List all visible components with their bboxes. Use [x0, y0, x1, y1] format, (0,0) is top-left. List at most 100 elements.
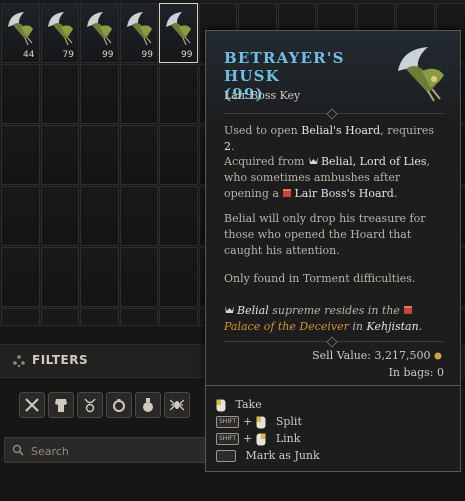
- usage-post: .: [231, 140, 235, 153]
- husk-item-icon: [125, 9, 155, 49]
- usage-mid: , requires: [380, 124, 434, 137]
- search-box[interactable]: [4, 437, 214, 463]
- inventory-slot[interactable]: [80, 186, 119, 246]
- tooltip-actions: Take SHIFT+ Split SHIFT+ Link Mark as Ju…: [205, 386, 461, 472]
- stack-count: 99: [142, 50, 153, 60]
- inventory-slot[interactable]: 99: [80, 3, 119, 63]
- potion-icon: [139, 396, 157, 414]
- shift-key-icon: SHIFT: [216, 416, 239, 428]
- filters-icon: [12, 354, 26, 368]
- usage-pre: Used to open: [224, 124, 301, 137]
- acquired-boss: Belial, Lord of Lies: [321, 155, 427, 168]
- inventory-slot[interactable]: [1, 125, 40, 185]
- inventory-slot[interactable]: [120, 64, 159, 124]
- weapon-filter-button[interactable]: [19, 392, 45, 418]
- link-action[interactable]: SHIFT+ Link: [216, 432, 300, 448]
- difficulty-text: Only found in Torment difficulties.: [224, 271, 446, 287]
- in-bags: In bags: 0: [389, 366, 444, 379]
- inventory-slot[interactable]: [120, 186, 159, 246]
- usage-target: Belial's Hoard: [301, 124, 380, 137]
- inventory-slot[interactable]: [41, 186, 80, 246]
- usage-count: 2: [224, 140, 231, 153]
- spacebar-key-icon: [216, 450, 236, 462]
- stack-count: 99: [181, 50, 192, 60]
- boss-icon: [308, 156, 319, 166]
- potion-filter-button[interactable]: [135, 392, 161, 418]
- acquired-pre: Acquired from: [224, 155, 308, 168]
- location-text: Belial supreme resides in the Palace of …: [224, 303, 446, 335]
- left-mouse-icon: [256, 416, 266, 429]
- inventory-slot[interactable]: [80, 64, 119, 124]
- split-label: Split: [276, 415, 302, 428]
- search-icon: [12, 444, 24, 456]
- link-label: Link: [276, 432, 301, 445]
- divider: [224, 341, 444, 342]
- inventory-slot[interactable]: [41, 247, 80, 307]
- lore-text: Belial will only drop his treasure for t…: [224, 211, 446, 259]
- location-region: Kehjistan: [367, 320, 419, 333]
- inventory-slot[interactable]: [80, 247, 119, 307]
- right-mouse-icon: [256, 433, 266, 446]
- junk-action[interactable]: Mark as Junk: [216, 449, 320, 465]
- tooltip-header: BETRAYER'S HUSK (99) Lair Boss Key: [206, 31, 460, 117]
- gold-coin-icon: [434, 352, 442, 360]
- shift-key-icon: SHIFT: [216, 433, 239, 445]
- inventory-slot[interactable]: [80, 125, 119, 185]
- chest-icon: [282, 188, 292, 198]
- husk-item-icon: [392, 41, 454, 107]
- item-name-text: BETRAYER'S HUSK: [224, 49, 345, 85]
- spider-icon: [168, 396, 186, 414]
- stack-count: 79: [63, 50, 74, 60]
- search-input[interactable]: [29, 442, 213, 460]
- husk-item-icon: [46, 9, 76, 49]
- ring-icon: [110, 396, 128, 414]
- stack-count: 44: [23, 50, 34, 60]
- armor-filter-button[interactable]: [48, 392, 74, 418]
- husk-item-icon: [85, 9, 115, 49]
- acquired-text: Acquired from Belial, Lord of Lies, who …: [224, 154, 446, 202]
- inventory-slot[interactable]: [41, 64, 80, 124]
- filters-title: FILTERS: [32, 353, 88, 367]
- chest-icon: [403, 305, 413, 315]
- location-end: .: [419, 320, 423, 333]
- inventory-slot[interactable]: [41, 125, 80, 185]
- item-type: Lair Boss Key: [224, 89, 300, 102]
- inventory-slot[interactable]: [120, 125, 159, 185]
- inventory-slot[interactable]: [120, 247, 159, 307]
- inventory-slot[interactable]: [1, 247, 40, 307]
- usage-text: Used to open Belial's Hoard, requires 2.: [224, 123, 446, 155]
- sell-value: Sell Value: 3,217,500: [312, 349, 444, 362]
- inventory-slot[interactable]: [159, 186, 198, 246]
- inventory-slot[interactable]: [159, 247, 198, 307]
- inventory-slot[interactable]: [1, 186, 40, 246]
- inventory-slot[interactable]: 44: [1, 3, 40, 63]
- inventory-slot[interactable]: 99: [159, 3, 198, 63]
- acquired-post: .: [394, 187, 398, 200]
- sell-value-text: Sell Value: 3,217,500: [312, 349, 430, 362]
- inventory-slot[interactable]: [159, 125, 198, 185]
- location-boss: Belial: [237, 304, 269, 317]
- inventory-slot[interactable]: [159, 64, 198, 124]
- armor-icon: [52, 396, 70, 414]
- spider-filter-button[interactable]: [164, 392, 190, 418]
- boss-icon: [224, 305, 235, 315]
- split-action[interactable]: SHIFT+ Split: [216, 415, 302, 431]
- stack-count: 99: [102, 50, 113, 60]
- take-label: Take: [236, 398, 262, 411]
- crossed-swords-icon: [23, 396, 41, 414]
- take-action[interactable]: Take: [216, 398, 262, 414]
- item-tooltip: BETRAYER'S HUSK (99) Lair Boss Key Used …: [205, 30, 461, 386]
- acquired-target: Lair Boss's Hoard: [294, 187, 393, 200]
- divider: [224, 113, 444, 114]
- inventory-slot[interactable]: [1, 64, 40, 124]
- amulet-icon: [81, 396, 99, 414]
- inventory-slot[interactable]: 99: [120, 3, 159, 63]
- husk-item-icon: [6, 9, 36, 49]
- location-in: in: [349, 320, 367, 333]
- husk-item-icon: [164, 9, 194, 49]
- location-place[interactable]: Palace of the Deceiver: [224, 320, 349, 333]
- ring-filter-button[interactable]: [106, 392, 132, 418]
- inventory-slot[interactable]: 79: [41, 3, 80, 63]
- amulet-filter-button[interactable]: [77, 392, 103, 418]
- junk-label: Mark as Junk: [246, 449, 320, 462]
